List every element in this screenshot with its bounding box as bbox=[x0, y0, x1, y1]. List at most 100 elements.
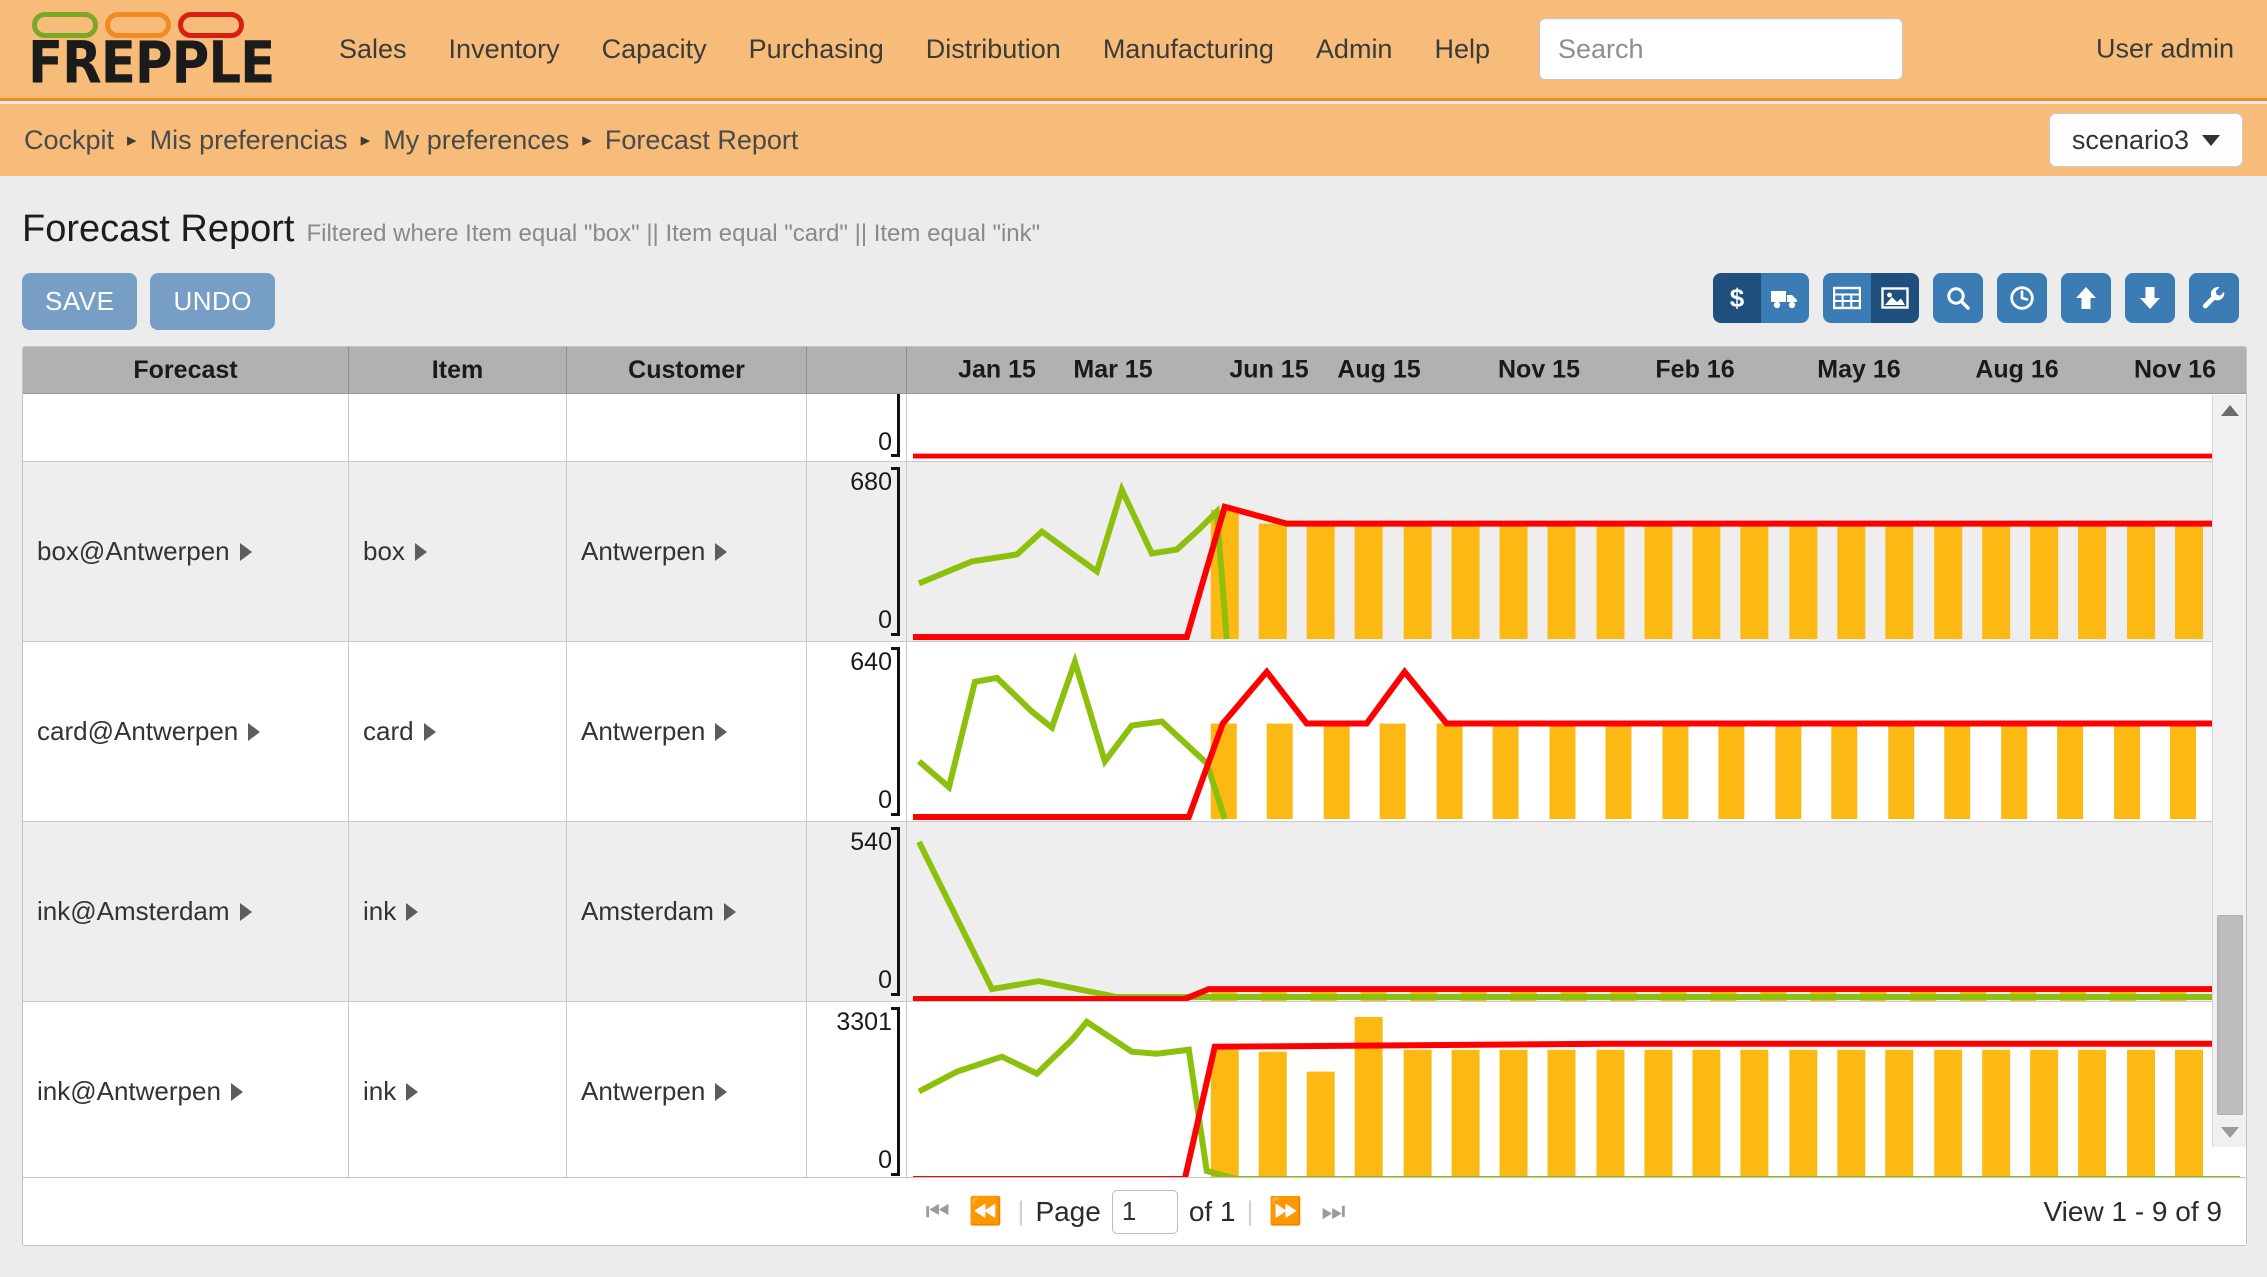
cell-customer[interactable]: Antwerpen bbox=[567, 462, 807, 641]
menu-item-help[interactable]: Help bbox=[1413, 26, 1511, 73]
units-toggle-button[interactable] bbox=[1761, 273, 1809, 323]
row-chart-2[interactable] bbox=[907, 642, 2246, 821]
cell-customer[interactable] bbox=[567, 394, 807, 461]
drilldown-arrow-icon[interactable] bbox=[715, 543, 727, 561]
table-row[interactable]: 0 bbox=[23, 394, 2246, 462]
export-button[interactable] bbox=[2125, 273, 2175, 323]
last-page-button[interactable]: ⏭ bbox=[1317, 1198, 1349, 1225]
breadcrumb-item-my-preferences[interactable]: My preferences bbox=[383, 125, 569, 156]
column-header-customer[interactable]: Customer bbox=[567, 347, 807, 393]
time-tick-jun15: Jun 15 bbox=[1229, 356, 1308, 385]
drilldown-arrow-icon[interactable] bbox=[724, 903, 736, 921]
chart-svg-3 bbox=[907, 822, 2246, 1001]
menu-item-distribution[interactable]: Distribution bbox=[905, 26, 1082, 73]
breadcrumb-separator-icon: ▸ bbox=[361, 131, 371, 150]
axis-bracket-icon bbox=[891, 827, 900, 996]
cell-customer[interactable]: Antwerpen bbox=[567, 1002, 807, 1181]
menu-item-capacity[interactable]: Capacity bbox=[581, 26, 728, 73]
breadcrumb-item-cockpit[interactable]: Cockpit bbox=[24, 125, 114, 156]
column-header-item[interactable]: Item bbox=[349, 347, 567, 393]
top-navigation-bar: FREPPLE Sales Inventory Capacity Purchas… bbox=[0, 0, 2267, 101]
scenario-selector[interactable]: scenario3 bbox=[2049, 113, 2243, 167]
row-chart-1[interactable] bbox=[907, 462, 2246, 641]
undo-button[interactable]: UNDO bbox=[150, 273, 275, 330]
table-row[interactable]: ink@Antwerpen ink Antwerpen 3301 0 bbox=[23, 1002, 2246, 1182]
cell-item[interactable]: ink bbox=[349, 822, 567, 1001]
filter-search-button[interactable] bbox=[1933, 273, 1983, 323]
forecast-bars-1 bbox=[1211, 510, 2203, 639]
graph-view-button[interactable] bbox=[1871, 273, 1919, 323]
column-header-forecast[interactable]: Forecast bbox=[23, 347, 349, 393]
search-input[interactable] bbox=[1539, 18, 1903, 80]
table-row[interactable]: card@Antwerpen card Antwerpen 640 0 bbox=[23, 642, 2246, 822]
breadcrumb-item-mis-preferencias[interactable]: Mis preferencias bbox=[150, 125, 348, 156]
drilldown-arrow-icon[interactable] bbox=[715, 1083, 727, 1101]
column-header-axis bbox=[807, 347, 907, 393]
row-chart-3[interactable] bbox=[907, 822, 2246, 1001]
breadcrumb-bar: Cockpit ▸ Mis preferencias ▸ My preferen… bbox=[0, 104, 2267, 176]
drilldown-arrow-icon[interactable] bbox=[715, 723, 727, 741]
menu-item-purchasing[interactable]: Purchasing bbox=[728, 26, 905, 73]
scroll-down-button[interactable] bbox=[2213, 1117, 2247, 1147]
grid-vertical-scrollbar[interactable] bbox=[2212, 395, 2246, 1147]
menu-item-inventory[interactable]: Inventory bbox=[428, 26, 581, 73]
next-page-button[interactable]: ⏩ bbox=[1265, 1198, 1307, 1225]
app-logo[interactable]: FREPPLE bbox=[28, 12, 278, 86]
arrow-down-icon bbox=[2138, 285, 2162, 311]
time-tick-jan15: Jan 15 bbox=[958, 356, 1036, 385]
cell-forecast[interactable]: ink@Antwerpen bbox=[23, 1002, 349, 1181]
import-button[interactable] bbox=[2061, 273, 2111, 323]
cell-axis: 0 bbox=[807, 394, 907, 461]
settings-button[interactable] bbox=[2189, 273, 2239, 323]
history-button[interactable] bbox=[1997, 273, 2047, 323]
scroll-up-button[interactable] bbox=[2213, 395, 2247, 425]
table-view-button[interactable] bbox=[1823, 273, 1871, 323]
row-chart-4[interactable] bbox=[907, 1002, 2246, 1181]
drilldown-arrow-icon[interactable] bbox=[424, 723, 436, 741]
pager-divider: | bbox=[1017, 1196, 1024, 1227]
row-chart-0[interactable] bbox=[907, 394, 2246, 461]
forecast-line-2 bbox=[913, 672, 2240, 817]
table-row[interactable]: ink@Amsterdam ink Amsterdam 540 0 bbox=[23, 822, 2246, 1002]
menu-item-manufacturing[interactable]: Manufacturing bbox=[1082, 26, 1295, 73]
menu-item-sales[interactable]: Sales bbox=[318, 26, 428, 73]
cell-forecast[interactable]: box@Antwerpen bbox=[23, 462, 349, 641]
drilldown-arrow-icon[interactable] bbox=[406, 903, 418, 921]
cell-forecast[interactable]: card@Antwerpen bbox=[23, 642, 349, 821]
clock-icon bbox=[2009, 285, 2035, 311]
cell-customer[interactable]: Amsterdam bbox=[567, 822, 807, 1001]
cell-item[interactable]: box bbox=[349, 462, 567, 641]
cell-axis: 640 0 bbox=[807, 642, 907, 821]
forecast-grid: Forecast Item Customer Jan 15 Mar 15 Jun… bbox=[22, 346, 2247, 1246]
cell-customer[interactable]: Antwerpen bbox=[567, 642, 807, 821]
cell-forecast[interactable]: ink@Amsterdam bbox=[23, 822, 349, 1001]
cell-forecast-label: ink@Antwerpen bbox=[37, 1076, 221, 1107]
drilldown-arrow-icon[interactable] bbox=[406, 1083, 418, 1101]
time-axis-header: Jan 15 Mar 15 Jun 15 Aug 15 Nov 15 Feb 1… bbox=[907, 347, 2246, 393]
cell-item[interactable]: card bbox=[349, 642, 567, 821]
breadcrumb-item-forecast-report[interactable]: Forecast Report bbox=[605, 125, 799, 156]
page-label: Page bbox=[1035, 1196, 1100, 1228]
cell-item[interactable]: ink bbox=[349, 1002, 567, 1181]
save-button[interactable]: SAVE bbox=[22, 273, 137, 330]
cell-item[interactable] bbox=[349, 394, 567, 461]
axis-max-label: 680 bbox=[850, 468, 892, 497]
currency-toggle-button[interactable]: $ bbox=[1713, 273, 1761, 323]
scenario-selector-label: scenario3 bbox=[2072, 125, 2189, 156]
drilldown-arrow-icon[interactable] bbox=[240, 903, 252, 921]
axis-min-label: 0 bbox=[878, 786, 892, 815]
drilldown-arrow-icon[interactable] bbox=[248, 723, 260, 741]
menu-item-admin[interactable]: Admin bbox=[1295, 26, 1414, 73]
page-number-input[interactable] bbox=[1112, 1190, 1178, 1234]
cell-forecast[interactable] bbox=[23, 394, 349, 461]
drilldown-arrow-icon[interactable] bbox=[240, 543, 252, 561]
time-tick-nov16: Nov 16 bbox=[2134, 356, 2216, 385]
axis-bracket-icon bbox=[891, 394, 900, 457]
drilldown-arrow-icon[interactable] bbox=[415, 543, 427, 561]
drilldown-arrow-icon[interactable] bbox=[231, 1083, 243, 1101]
table-row[interactable]: box@Antwerpen box Antwerpen 680 0 bbox=[23, 462, 2246, 642]
prev-page-button[interactable]: ⏪ bbox=[965, 1198, 1007, 1225]
first-page-button[interactable]: ⏮ bbox=[921, 1198, 953, 1225]
user-menu[interactable]: User admin bbox=[2096, 34, 2234, 65]
scrollbar-thumb[interactable] bbox=[2217, 915, 2243, 1115]
